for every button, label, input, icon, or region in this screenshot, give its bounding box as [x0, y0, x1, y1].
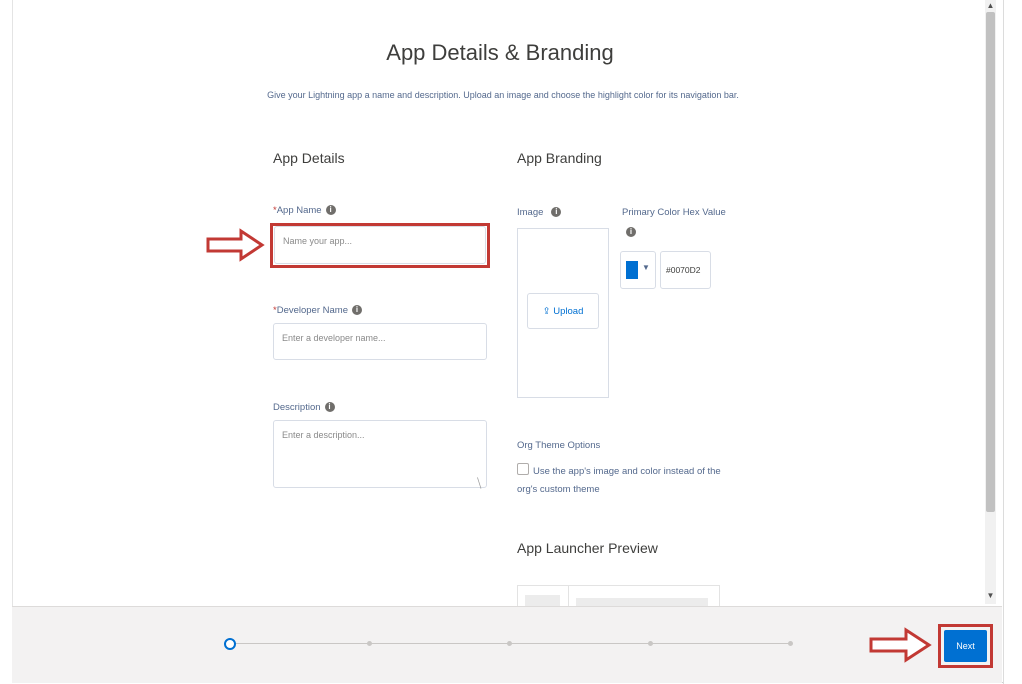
info-icon[interactable]: i [352, 305, 362, 316]
image-label: Image i [517, 207, 562, 218]
info-icon[interactable]: i [325, 205, 336, 216]
primary-color-label: Primary Color Hex Value [622, 207, 726, 218]
app-name-label-text: App Name [276, 205, 322, 216]
image-label-text: Image [517, 207, 544, 218]
description-label: Description i [273, 402, 335, 413]
developer-name-label-text: Developer Name [276, 305, 348, 316]
color-picker-button[interactable]: ▼ [620, 251, 656, 289]
preview-divider [568, 586, 569, 608]
page-subtitle: Give your Lightning app a name and descr… [267, 90, 739, 100]
app-launcher-preview-heading: App Launcher Preview [517, 540, 658, 556]
progress-step [367, 641, 372, 646]
developer-name-input[interactable]: Enter a developer name... [273, 323, 487, 360]
developer-name-label: *Developer Name i [273, 305, 362, 316]
description-label-text: Description [273, 402, 321, 413]
next-button[interactable]: Next [944, 630, 987, 662]
window-edge [1003, 0, 1022, 684]
info-icon[interactable]: i [626, 227, 636, 237]
progress-step [507, 641, 512, 646]
chevron-down-icon: ▼ [642, 263, 650, 272]
primary-color-hex-input[interactable]: #0070D2 [660, 251, 711, 289]
progress-bar-track [236, 643, 791, 644]
scrollbar-thumb[interactable] [986, 12, 995, 512]
org-theme-checkbox-label: Use the app's image and color instead of… [517, 466, 721, 495]
info-icon[interactable]: i [551, 207, 562, 218]
app-name-highlight-box [270, 223, 490, 268]
app-name-label: *App Name i [273, 205, 336, 216]
right-arrow-icon [205, 228, 265, 262]
progress-step [648, 641, 653, 646]
description-textarea[interactable]: Enter a description... [273, 420, 487, 488]
app-launcher-preview-card [517, 585, 720, 608]
app-details-heading: App Details [273, 150, 345, 166]
upload-icon: ⇪ [542, 306, 551, 317]
upload-button[interactable]: ⇪ Upload [527, 293, 599, 329]
wizard-modal [12, 0, 1003, 683]
right-arrow-icon [868, 627, 932, 663]
progress-step-current [224, 638, 236, 650]
app-branding-heading: App Branding [517, 150, 602, 166]
page-title: App Details & Branding [386, 40, 614, 65]
scroll-down-arrow-icon[interactable]: ▼ [985, 590, 996, 602]
progress-step [788, 641, 793, 646]
org-theme-heading: Org Theme Options [517, 440, 601, 451]
scroll-up-arrow-icon[interactable]: ▲ [985, 0, 996, 12]
color-swatch [626, 261, 638, 279]
upload-label: Upload [553, 306, 584, 317]
info-icon[interactable]: i [324, 402, 335, 413]
